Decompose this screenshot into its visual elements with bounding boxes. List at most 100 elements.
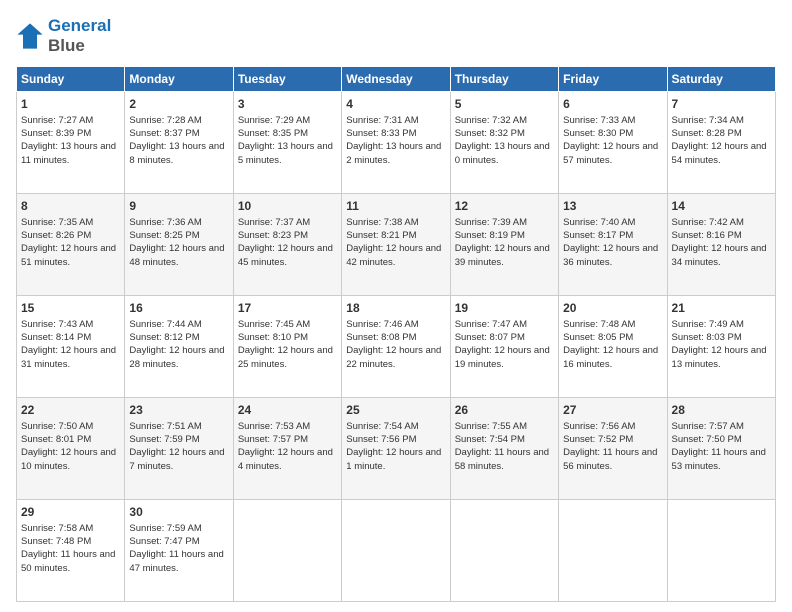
- day-content: Sunrise: 7:28 AMSunset: 8:37 PMDaylight:…: [129, 114, 228, 167]
- page: General Blue SundayMondayTuesdayWednesda…: [0, 0, 792, 612]
- day-content: Sunrise: 7:55 AMSunset: 7:54 PMDaylight:…: [455, 420, 554, 473]
- weekday-header-wednesday: Wednesday: [342, 67, 450, 92]
- day-number: 15: [21, 300, 120, 317]
- day-content: Sunrise: 7:39 AMSunset: 8:19 PMDaylight:…: [455, 216, 554, 269]
- day-cell-27: 27 Sunrise: 7:56 AMSunset: 7:52 PMDaylig…: [559, 398, 667, 500]
- day-number: 14: [672, 198, 771, 215]
- day-number: 25: [346, 402, 445, 419]
- day-content: Sunrise: 7:32 AMSunset: 8:32 PMDaylight:…: [455, 114, 554, 167]
- day-cell-15: 15 Sunrise: 7:43 AMSunset: 8:14 PMDaylig…: [17, 296, 125, 398]
- day-cell-6: 6 Sunrise: 7:33 AMSunset: 8:30 PMDayligh…: [559, 92, 667, 194]
- day-cell-20: 20 Sunrise: 7:48 AMSunset: 8:05 PMDaylig…: [559, 296, 667, 398]
- day-content: Sunrise: 7:35 AMSunset: 8:26 PMDaylight:…: [21, 216, 120, 269]
- day-number: 10: [238, 198, 337, 215]
- weekday-header-tuesday: Tuesday: [233, 67, 341, 92]
- day-number: 21: [672, 300, 771, 317]
- day-content: Sunrise: 7:45 AMSunset: 8:10 PMDaylight:…: [238, 318, 337, 371]
- day-number: 18: [346, 300, 445, 317]
- day-content: Sunrise: 7:50 AMSunset: 8:01 PMDaylight:…: [21, 420, 120, 473]
- day-cell-3: 3 Sunrise: 7:29 AMSunset: 8:35 PMDayligh…: [233, 92, 341, 194]
- week-row-3: 15 Sunrise: 7:43 AMSunset: 8:14 PMDaylig…: [17, 296, 776, 398]
- day-number: 1: [21, 96, 120, 113]
- day-number: 28: [672, 402, 771, 419]
- day-content: Sunrise: 7:34 AMSunset: 8:28 PMDaylight:…: [672, 114, 771, 167]
- day-cell-16: 16 Sunrise: 7:44 AMSunset: 8:12 PMDaylig…: [125, 296, 233, 398]
- day-content: Sunrise: 7:43 AMSunset: 8:14 PMDaylight:…: [21, 318, 120, 371]
- day-number: 13: [563, 198, 662, 215]
- day-content: Sunrise: 7:38 AMSunset: 8:21 PMDaylight:…: [346, 216, 445, 269]
- empty-cell: [559, 500, 667, 602]
- day-number: 7: [672, 96, 771, 113]
- day-content: Sunrise: 7:58 AMSunset: 7:48 PMDaylight:…: [21, 522, 120, 575]
- logo: General Blue: [16, 16, 111, 56]
- day-number: 2: [129, 96, 228, 113]
- day-number: 12: [455, 198, 554, 215]
- day-cell-7: 7 Sunrise: 7:34 AMSunset: 8:28 PMDayligh…: [667, 92, 775, 194]
- day-content: Sunrise: 7:54 AMSunset: 7:56 PMDaylight:…: [346, 420, 445, 473]
- day-number: 23: [129, 402, 228, 419]
- day-cell-18: 18 Sunrise: 7:46 AMSunset: 8:08 PMDaylig…: [342, 296, 450, 398]
- day-content: Sunrise: 7:29 AMSunset: 8:35 PMDaylight:…: [238, 114, 337, 167]
- day-cell-10: 10 Sunrise: 7:37 AMSunset: 8:23 PMDaylig…: [233, 194, 341, 296]
- day-cell-12: 12 Sunrise: 7:39 AMSunset: 8:19 PMDaylig…: [450, 194, 558, 296]
- day-number: 6: [563, 96, 662, 113]
- day-cell-4: 4 Sunrise: 7:31 AMSunset: 8:33 PMDayligh…: [342, 92, 450, 194]
- week-row-2: 8 Sunrise: 7:35 AMSunset: 8:26 PMDayligh…: [17, 194, 776, 296]
- weekday-header-friday: Friday: [559, 67, 667, 92]
- day-number: 8: [21, 198, 120, 215]
- week-row-5: 29 Sunrise: 7:58 AMSunset: 7:48 PMDaylig…: [17, 500, 776, 602]
- day-number: 24: [238, 402, 337, 419]
- day-cell-21: 21 Sunrise: 7:49 AMSunset: 8:03 PMDaylig…: [667, 296, 775, 398]
- day-cell-1: 1 Sunrise: 7:27 AMSunset: 8:39 PMDayligh…: [17, 92, 125, 194]
- day-content: Sunrise: 7:56 AMSunset: 7:52 PMDaylight:…: [563, 420, 662, 473]
- day-content: Sunrise: 7:44 AMSunset: 8:12 PMDaylight:…: [129, 318, 228, 371]
- day-cell-25: 25 Sunrise: 7:54 AMSunset: 7:56 PMDaylig…: [342, 398, 450, 500]
- day-number: 17: [238, 300, 337, 317]
- day-number: 30: [129, 504, 228, 521]
- day-number: 16: [129, 300, 228, 317]
- day-cell-8: 8 Sunrise: 7:35 AMSunset: 8:26 PMDayligh…: [17, 194, 125, 296]
- logo-blue: Blue: [48, 36, 111, 56]
- day-number: 4: [346, 96, 445, 113]
- day-content: Sunrise: 7:42 AMSunset: 8:16 PMDaylight:…: [672, 216, 771, 269]
- day-cell-26: 26 Sunrise: 7:55 AMSunset: 7:54 PMDaylig…: [450, 398, 558, 500]
- day-content: Sunrise: 7:31 AMSunset: 8:33 PMDaylight:…: [346, 114, 445, 167]
- day-number: 19: [455, 300, 554, 317]
- weekday-header-row: SundayMondayTuesdayWednesdayThursdayFrid…: [17, 67, 776, 92]
- empty-cell: [450, 500, 558, 602]
- header: General Blue: [16, 16, 776, 56]
- day-content: Sunrise: 7:47 AMSunset: 8:07 PMDaylight:…: [455, 318, 554, 371]
- day-content: Sunrise: 7:33 AMSunset: 8:30 PMDaylight:…: [563, 114, 662, 167]
- day-content: Sunrise: 7:46 AMSunset: 8:08 PMDaylight:…: [346, 318, 445, 371]
- day-content: Sunrise: 7:57 AMSunset: 7:50 PMDaylight:…: [672, 420, 771, 473]
- day-number: 27: [563, 402, 662, 419]
- day-content: Sunrise: 7:37 AMSunset: 8:23 PMDaylight:…: [238, 216, 337, 269]
- day-content: Sunrise: 7:59 AMSunset: 7:47 PMDaylight:…: [129, 522, 228, 575]
- day-content: Sunrise: 7:51 AMSunset: 7:59 PMDaylight:…: [129, 420, 228, 473]
- day-content: Sunrise: 7:49 AMSunset: 8:03 PMDaylight:…: [672, 318, 771, 371]
- day-cell-11: 11 Sunrise: 7:38 AMSunset: 8:21 PMDaylig…: [342, 194, 450, 296]
- empty-cell: [233, 500, 341, 602]
- day-cell-17: 17 Sunrise: 7:45 AMSunset: 8:10 PMDaylig…: [233, 296, 341, 398]
- logo-icon: [16, 22, 44, 50]
- day-cell-23: 23 Sunrise: 7:51 AMSunset: 7:59 PMDaylig…: [125, 398, 233, 500]
- empty-cell: [667, 500, 775, 602]
- day-cell-22: 22 Sunrise: 7:50 AMSunset: 8:01 PMDaylig…: [17, 398, 125, 500]
- day-cell-2: 2 Sunrise: 7:28 AMSunset: 8:37 PMDayligh…: [125, 92, 233, 194]
- day-cell-5: 5 Sunrise: 7:32 AMSunset: 8:32 PMDayligh…: [450, 92, 558, 194]
- day-content: Sunrise: 7:48 AMSunset: 8:05 PMDaylight:…: [563, 318, 662, 371]
- day-content: Sunrise: 7:36 AMSunset: 8:25 PMDaylight:…: [129, 216, 228, 269]
- day-number: 22: [21, 402, 120, 419]
- empty-cell: [342, 500, 450, 602]
- day-cell-24: 24 Sunrise: 7:53 AMSunset: 7:57 PMDaylig…: [233, 398, 341, 500]
- day-number: 5: [455, 96, 554, 113]
- day-number: 26: [455, 402, 554, 419]
- weekday-header-sunday: Sunday: [17, 67, 125, 92]
- week-row-4: 22 Sunrise: 7:50 AMSunset: 8:01 PMDaylig…: [17, 398, 776, 500]
- day-number: 20: [563, 300, 662, 317]
- day-number: 9: [129, 198, 228, 215]
- day-number: 3: [238, 96, 337, 113]
- week-row-1: 1 Sunrise: 7:27 AMSunset: 8:39 PMDayligh…: [17, 92, 776, 194]
- weekday-header-monday: Monday: [125, 67, 233, 92]
- day-cell-28: 28 Sunrise: 7:57 AMSunset: 7:50 PMDaylig…: [667, 398, 775, 500]
